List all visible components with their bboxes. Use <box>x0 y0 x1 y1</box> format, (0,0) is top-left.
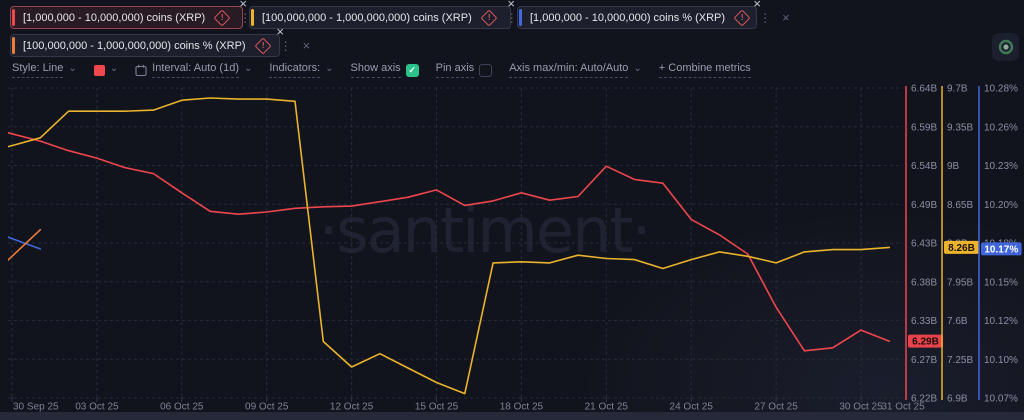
close-icon[interactable]: × <box>780 11 792 24</box>
x-axis-date-label: 31 Oct 25 <box>881 402 925 413</box>
y-axis-tick-label: 8.65B <box>947 200 973 211</box>
remove-metric-icon[interactable]: × <box>239 0 247 10</box>
y-axis-tick-label: 6.9B <box>947 394 968 405</box>
y-axis-tick-label: 9.7B <box>947 84 968 95</box>
y-axis-tick-label: 9B <box>947 161 960 172</box>
x-axis-date-label: 09 Oct 25 <box>245 402 289 413</box>
y-axis-tick-label: 7.25B <box>947 355 973 366</box>
metric-color-bar <box>251 9 254 26</box>
close-icon[interactable]: × <box>301 39 313 52</box>
series-line-3[interactable] <box>0 228 40 249</box>
axis-maxmin-label: Axis max/min: Auto/Auto <box>509 62 628 78</box>
axis-maxmin-selector[interactable]: Axis max/min: Auto/Auto ⌄ <box>509 62 642 78</box>
axis-badge-label: 6.29B <box>912 337 939 348</box>
pin-axis-toggle[interactable]: Pin axis <box>436 62 493 78</box>
chevron-down-icon: ⌄ <box>110 64 118 74</box>
metric-tab-label: [1,000,000 - 10,000,000) coins (XRP) <box>23 12 205 24</box>
metric-tab-label: [100,000,000 - 1,000,000,000) coins % (X… <box>23 40 246 52</box>
y-axis-tick-label: 7.95B <box>947 277 973 288</box>
show-axis-checkbox[interactable]: ✓ <box>406 64 419 77</box>
warning-icon[interactable]: ! <box>214 9 231 26</box>
pin-axis-checkbox[interactable] <box>479 64 492 77</box>
x-axis-date-label: 18 Oct 25 <box>500 402 544 413</box>
y-axis-tick-label: 10.20% <box>984 200 1018 211</box>
x-axis-date-label: 30 Sep 25 <box>13 402 59 413</box>
indicators-label: Indicators: <box>269 62 320 78</box>
metric-tab-label: [1,000,000 - 10,000,000) coins % (XRP) <box>530 12 725 24</box>
chart-toolbar: Style: Line ⌄ ⌄ Interval: Auto (1d) ⌄ In… <box>12 60 751 80</box>
y-axis-tick-label: 10.07% <box>984 394 1018 405</box>
warning-icon[interactable]: ! <box>254 37 271 54</box>
metric-tab-100m-1b-coins[interactable]: [100,000,000 - 1,000,000,000) coins (XRP… <box>249 6 511 29</box>
combine-metrics-button[interactable]: + Combine metrics <box>659 62 751 78</box>
axis-badge-label: 8.26B <box>948 243 975 254</box>
more-options-icon[interactable]: ⋮ <box>278 40 294 52</box>
x-axis-date-label: 24 Oct 25 <box>670 402 714 413</box>
metric-tab-100m-1b-coins-pct[interactable]: [100,000,000 - 1,000,000,000) coins % (X… <box>10 34 280 57</box>
y-axis-tick-label: 7.6B <box>947 316 968 327</box>
y-axis-tick-label: 6.64B <box>911 84 937 95</box>
y-axis-tick-label: 10.12% <box>984 316 1018 327</box>
metric-tab-label: [100,000,000 - 1,000,000,000) coins (XRP… <box>262 12 472 24</box>
y-axis-tick-label: 6.54B <box>911 161 937 172</box>
y-axis-tick-label: 9.35B <box>947 122 973 133</box>
y-axis-tick-label: 6.43B <box>911 239 937 250</box>
more-options-icon[interactable]: ⋮ <box>757 12 773 24</box>
x-axis-date-label: 06 Oct 25 <box>160 402 204 413</box>
style-selector[interactable]: Style: Line ⌄ <box>12 62 77 78</box>
metric-color-bar <box>12 9 15 26</box>
chevron-down-icon: ⌄ <box>633 64 641 74</box>
combine-metrics-label: + Combine metrics <box>659 62 751 78</box>
warning-icon[interactable]: ! <box>734 9 751 26</box>
warning-icon[interactable]: ! <box>480 9 497 26</box>
y-axis-tick-label: 6.49B <box>911 200 937 211</box>
pin-axis-label: Pin axis <box>436 62 475 78</box>
series-color-swatch <box>94 65 105 76</box>
y-axis-tick-label: 10.10% <box>984 355 1018 366</box>
x-axis-date-label: 27 Oct 25 <box>754 402 798 413</box>
santiment-watermark: ·santiment· <box>319 194 650 267</box>
interval-selector[interactable]: Interval: Auto (1d) ⌄ <box>135 62 252 78</box>
calendar-icon <box>135 64 147 77</box>
metric-color-bar <box>519 9 522 26</box>
y-axis-tick-label: 6.38B <box>911 277 937 288</box>
y-axis-tick-label: 10.28% <box>984 84 1018 95</box>
indicators-selector[interactable]: Indicators: ⌄ <box>269 62 333 78</box>
remove-metric-icon[interactable]: × <box>753 0 761 10</box>
x-axis-date-label: 21 Oct 25 <box>585 402 629 413</box>
chevron-down-icon: ⌄ <box>68 64 76 74</box>
y-axis-tick-label: 6.59B <box>911 122 937 133</box>
axis-badge-label: 10.17% <box>984 244 1018 255</box>
green-ring-icon <box>998 39 1014 55</box>
chart-settings-button[interactable] <box>992 33 1019 61</box>
remove-metric-icon[interactable]: × <box>507 0 515 10</box>
color-swatch-selector[interactable]: ⌄ <box>94 65 118 76</box>
x-axis-date-label: 15 Oct 25 <box>415 402 459 413</box>
x-axis-date-label: 30 Oct 25 <box>839 402 883 413</box>
style-label: Style: Line <box>12 62 63 78</box>
chevron-down-icon: ⌄ <box>325 64 333 74</box>
metric-tab-1m-10m-coins[interactable]: [1,000,000 - 10,000,000) coins (XRP) ! ⋮… <box>10 6 243 29</box>
check-icon: ✓ <box>408 66 416 75</box>
show-axis-toggle[interactable]: Show axis ✓ <box>351 62 419 78</box>
metric-tab-1m-10m-coins-pct[interactable]: [1,000,000 - 10,000,000) coins % (XRP) !… <box>517 6 757 29</box>
x-axis-date-label: 12 Oct 25 <box>330 402 374 413</box>
interval-label: Interval: Auto (1d) <box>152 62 239 78</box>
y-axis-tick-label: 6.33B <box>911 316 937 327</box>
metric-color-bar <box>12 37 15 54</box>
remove-metric-icon[interactable]: × <box>276 25 284 38</box>
series-line-4[interactable] <box>0 230 40 283</box>
timeline-scrollbar[interactable] <box>0 412 1024 420</box>
y-axis-tick-label: 10.26% <box>984 122 1018 133</box>
santiment-chart-app: ·santiment· 6.64B 6.59B 6.54B 6.49B 6.43B 6.38… <box>0 0 1024 420</box>
x-axis-date-label: 03 Oct 25 <box>75 402 119 413</box>
show-axis-label: Show axis <box>351 62 401 78</box>
chevron-down-icon: ⌄ <box>244 64 252 74</box>
y-axis-tick-label: 6.27B <box>911 355 937 366</box>
y-axis-tick-label: 10.23% <box>984 161 1018 172</box>
y-axis-tick-label: 10.15% <box>984 277 1018 288</box>
